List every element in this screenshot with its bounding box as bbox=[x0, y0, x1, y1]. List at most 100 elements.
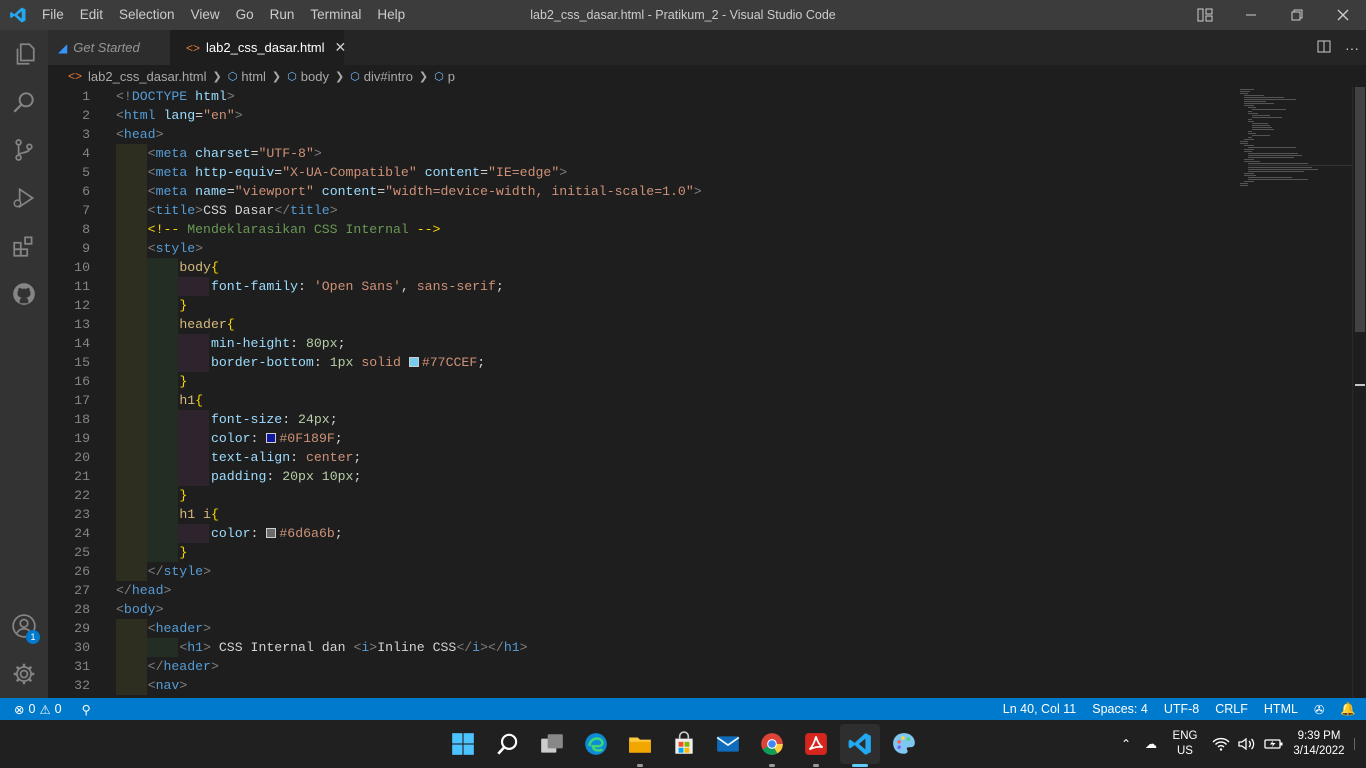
quick-settings[interactable] bbox=[1212, 720, 1284, 768]
minimap[interactable] bbox=[1236, 87, 1358, 207]
line-number: 23 bbox=[74, 507, 90, 522]
line-number: 9 bbox=[82, 241, 90, 256]
vertical-scrollbar[interactable] bbox=[1352, 87, 1366, 698]
line-number: 11 bbox=[74, 279, 90, 294]
feedback-icon[interactable]: ✇ bbox=[1314, 702, 1324, 717]
edge-browser-icon[interactable] bbox=[580, 728, 612, 760]
color-swatch[interactable] bbox=[266, 528, 277, 538]
extensions-icon[interactable] bbox=[0, 222, 48, 270]
line-number: 17 bbox=[74, 393, 90, 408]
tab-get-started[interactable]: ◢ Get Started bbox=[48, 30, 170, 65]
restore-icon[interactable] bbox=[1274, 0, 1320, 30]
split-editor-icon[interactable] bbox=[1310, 40, 1338, 56]
code-text: body{ bbox=[179, 260, 219, 275]
menu-file[interactable]: File bbox=[34, 0, 72, 30]
microsoft-store-icon[interactable] bbox=[668, 728, 700, 760]
breadcrumb-div-intro[interactable]: div#intro bbox=[364, 69, 413, 84]
color-swatch[interactable] bbox=[408, 357, 419, 367]
task-view-icon[interactable] bbox=[536, 728, 568, 760]
line-number: 18 bbox=[74, 412, 90, 427]
code-text: color: #0F189F; bbox=[210, 431, 343, 446]
menu-help[interactable]: Help bbox=[369, 0, 413, 30]
code-text: </style> bbox=[147, 564, 211, 579]
chrome-browser-icon[interactable] bbox=[756, 728, 788, 760]
code-line: 12 } bbox=[48, 296, 1228, 315]
code-line: 6 <meta name="viewport" content="width=d… bbox=[48, 182, 1228, 201]
code-text: <html lang="en"> bbox=[116, 108, 243, 123]
github-icon[interactable] bbox=[0, 270, 48, 318]
system-clock[interactable]: 9:39 PM 3/14/2022 bbox=[1284, 729, 1354, 759]
more-actions-icon[interactable]: ··· bbox=[1338, 40, 1366, 56]
accounts-badge: 1 bbox=[26, 630, 40, 644]
close-window-icon[interactable] bbox=[1320, 0, 1366, 30]
code-text: <title>CSS Dasar</title> bbox=[147, 203, 338, 218]
menu-edit[interactable]: Edit bbox=[72, 0, 111, 30]
mail-icon[interactable] bbox=[712, 728, 744, 760]
chevron-up-icon[interactable]: ⌃ bbox=[1118, 737, 1134, 751]
close-tab-icon[interactable]: ✕ bbox=[335, 39, 347, 56]
warning-count[interactable]: 0 bbox=[55, 702, 62, 716]
region-code: US bbox=[1177, 745, 1193, 757]
source-control-icon[interactable] bbox=[0, 126, 48, 174]
start-windows-icon[interactable] bbox=[447, 728, 479, 760]
menu-terminal[interactable]: Terminal bbox=[302, 0, 369, 30]
vscode-taskbar-icon[interactable] bbox=[844, 728, 876, 760]
accounts-icon[interactable]: 1 bbox=[0, 602, 48, 650]
line-number: 22 bbox=[74, 488, 90, 503]
breadcrumb-p[interactable]: p bbox=[448, 69, 455, 84]
code-text: color: #6d6a6b; bbox=[210, 526, 343, 541]
breadcrumb-html[interactable]: html bbox=[241, 69, 266, 84]
end-of-line[interactable]: CRLF bbox=[1215, 702, 1248, 716]
code-editor[interactable]: 1 <!DOCTYPE html> 2 <html lang="en"> 3 <hea… bbox=[48, 87, 1352, 698]
error-icon[interactable]: ⊗ bbox=[14, 702, 24, 717]
code-text: border-bottom: 1px solid #77CCEF; bbox=[210, 355, 486, 370]
line-number: 32 bbox=[74, 678, 90, 693]
menu-run[interactable]: Run bbox=[262, 0, 303, 30]
breadcrumb-file[interactable]: lab2_css_dasar.html bbox=[88, 69, 207, 84]
onedrive-cloud-icon[interactable]: ☁ bbox=[1140, 737, 1162, 751]
live-share-icon[interactable]: ⚲ bbox=[82, 702, 91, 717]
vscode-small-icon: ◢ bbox=[58, 40, 68, 55]
search-icon[interactable] bbox=[0, 78, 48, 126]
menu-view[interactable]: View bbox=[183, 0, 228, 30]
settings-gear-icon[interactable] bbox=[0, 650, 48, 698]
window-controls bbox=[1182, 0, 1366, 30]
code-line: 9 <style> bbox=[48, 239, 1228, 258]
language-mode[interactable]: HTML bbox=[1264, 702, 1298, 716]
cursor-position[interactable]: Ln 40, Col 11 bbox=[1003, 702, 1076, 716]
acrobat-reader-icon[interactable] bbox=[800, 728, 832, 760]
code-line: 28 <body> bbox=[48, 600, 1228, 619]
encoding[interactable]: UTF-8 bbox=[1164, 702, 1199, 716]
chevron-right-icon: ❯ bbox=[334, 70, 345, 83]
error-count[interactable]: 0 bbox=[28, 702, 35, 716]
wifi-icon bbox=[1212, 737, 1230, 751]
breadcrumb-body[interactable]: body bbox=[301, 69, 329, 84]
input-language[interactable]: ENG US bbox=[1170, 729, 1200, 759]
code-line: 19 color: #0F189F; bbox=[48, 429, 1228, 448]
explorer-icon[interactable] bbox=[0, 30, 48, 78]
running-indicator bbox=[769, 764, 775, 767]
vscode-logo-icon[interactable] bbox=[9, 6, 27, 24]
minimize-icon[interactable] bbox=[1228, 0, 1274, 30]
scrollbar-thumb[interactable] bbox=[1355, 87, 1365, 332]
menu-selection[interactable]: Selection bbox=[111, 0, 183, 30]
search-icon[interactable] bbox=[492, 728, 524, 760]
code-line: 25 } bbox=[48, 543, 1228, 562]
paint-app-icon[interactable] bbox=[888, 728, 920, 760]
code-text: font-size: 24px; bbox=[210, 412, 338, 427]
chevron-right-icon: ❯ bbox=[271, 70, 282, 83]
color-swatch[interactable] bbox=[266, 433, 277, 443]
code-line: 5 <meta http-equiv="X-UA-Compatible" con… bbox=[48, 163, 1228, 182]
file-explorer-icon[interactable] bbox=[624, 728, 656, 760]
title-bar: File Edit Selection View Go Run Terminal… bbox=[0, 0, 1366, 30]
run-debug-icon[interactable] bbox=[0, 174, 48, 222]
notifications-bell-icon[interactable]: 🔔 bbox=[1340, 702, 1356, 717]
menu-go[interactable]: Go bbox=[228, 0, 262, 30]
warning-icon[interactable]: ⚠ bbox=[39, 702, 50, 717]
breadcrumb: <> lab2_css_dasar.html ❯ ⬡ html ❯ ⬡ body… bbox=[48, 65, 1366, 87]
customize-layout-icon[interactable] bbox=[1182, 0, 1228, 30]
symbol-element-icon: ⬡ bbox=[350, 70, 360, 83]
indentation[interactable]: Spaces: 4 bbox=[1092, 702, 1148, 716]
tab-lab2-css-dasar[interactable]: <> lab2_css_dasar.html ✕ bbox=[170, 30, 347, 65]
notification-center[interactable] bbox=[1350, 720, 1362, 768]
